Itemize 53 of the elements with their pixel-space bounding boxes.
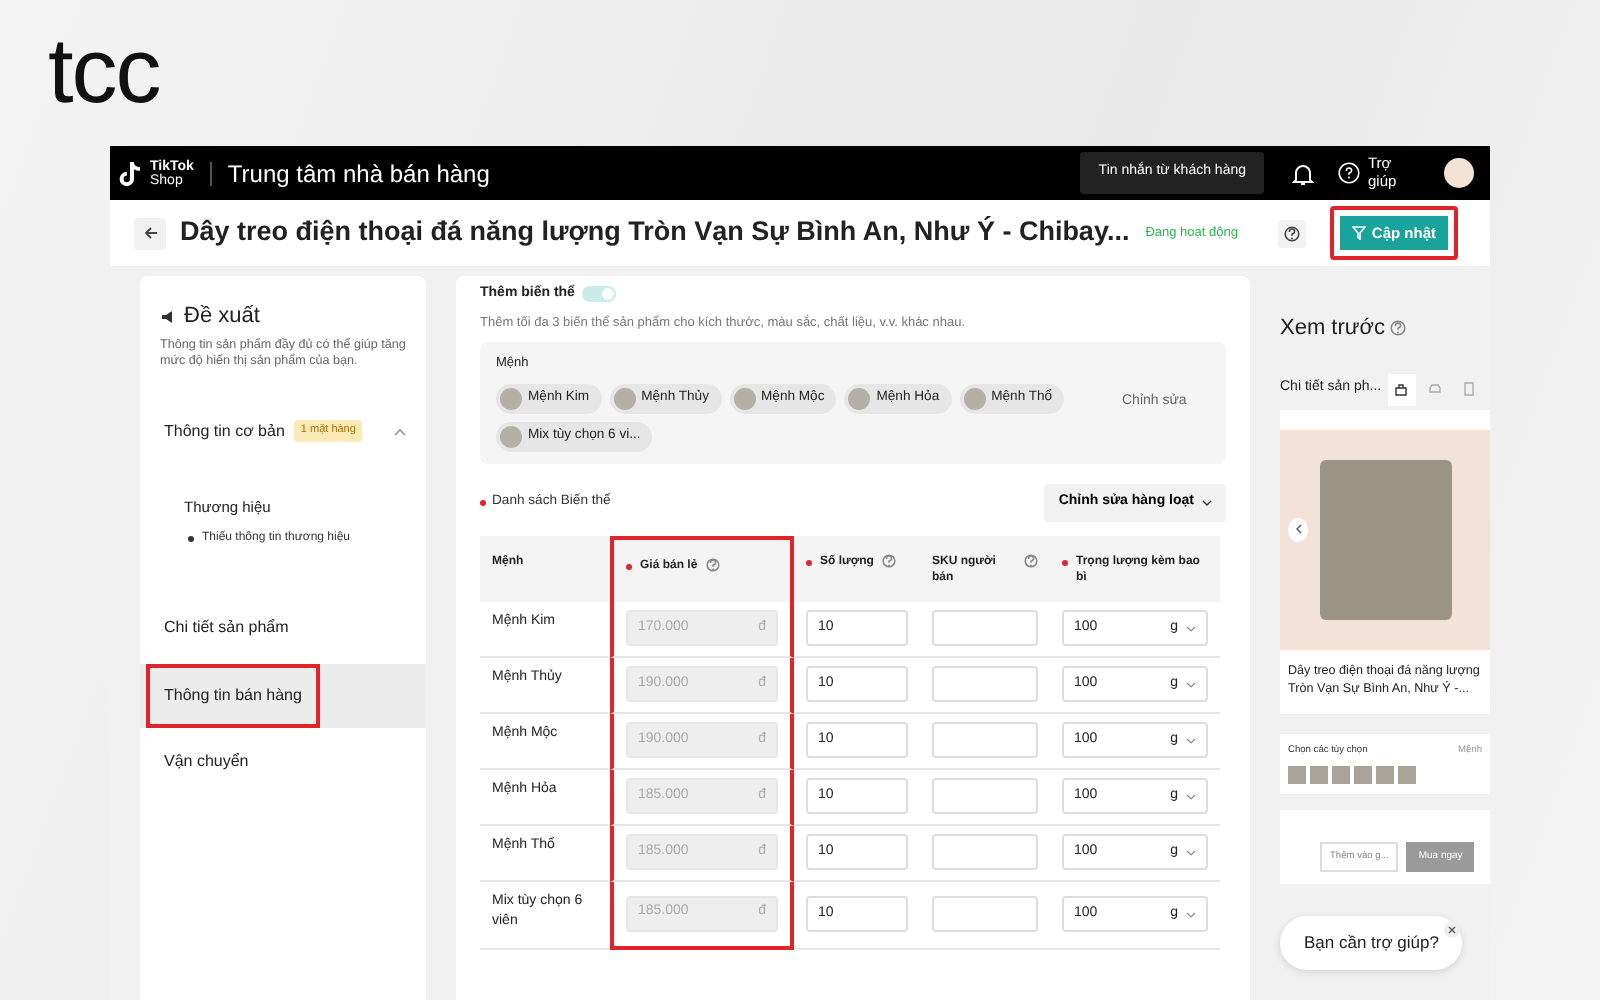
back-button[interactable] [134, 217, 166, 249]
caret-icon [1202, 499, 1212, 506]
filter-icon [1351, 226, 1366, 240]
thumbnail-image [963, 388, 986, 410]
sku-field[interactable] [932, 722, 1038, 758]
thumbnail-image [733, 388, 755, 410]
sku-field[interactable] [932, 896, 1038, 932]
preview-heading: Xem trước [1280, 314, 1385, 344]
thumbnail-image [848, 388, 871, 410]
sku-field[interactable] [932, 666, 1038, 702]
thumbnail-image [613, 388, 636, 410]
chevron-left-icon [1295, 524, 1301, 534]
caret-icon [1186, 911, 1196, 917]
caret-icon [1186, 737, 1196, 743]
sidebar-item[interactable]: Vận chuyển [140, 729, 426, 794]
chevron-icon[interactable] [394, 427, 406, 435]
caret-icon [1186, 793, 1196, 799]
required-mark-icon [1062, 559, 1068, 565]
thumbnail-image [500, 388, 522, 410]
sidebar-heading: Đề xuất [184, 302, 260, 332]
carousel-button[interactable] [1288, 517, 1308, 541]
note-icon [118, 159, 142, 187]
bullet-icon [188, 535, 194, 542]
sidebar-item[interactable]: Thông tin bán hàng [140, 663, 426, 728]
page-icon[interactable] [1462, 382, 1477, 396]
caret-icon [1186, 625, 1196, 631]
sku-field[interactable] [932, 834, 1038, 870]
bag-icon[interactable] [1394, 382, 1409, 396]
megaphone-icon [160, 309, 176, 324]
help-icon [1283, 225, 1300, 241]
help-icon[interactable] [1338, 162, 1360, 184]
help-icon [1024, 553, 1038, 567]
caret-icon [1186, 681, 1196, 687]
avatar-circle[interactable] [1444, 158, 1474, 188]
brand-logo: tcc [48, 24, 160, 116]
required-mark-icon [626, 563, 632, 569]
required-mark-icon [806, 559, 812, 565]
help-button[interactable] [1277, 219, 1306, 247]
sku-field[interactable] [932, 778, 1038, 814]
help-icon [705, 557, 720, 571]
back-arrow-icon [143, 226, 157, 240]
bell-icon[interactable] [1292, 161, 1314, 185]
caret-icon [1186, 849, 1196, 855]
help-icon [881, 553, 896, 567]
sku-field[interactable] [932, 610, 1038, 646]
help-bubble[interactable]: Bạn cần trợ giúp? [1280, 916, 1463, 970]
sidebar-item[interactable]: Chi tiết sản phẩm [140, 595, 426, 660]
variant-toggle[interactable] [582, 286, 617, 303]
header-title: Trung tâm nhà bán hàng [227, 157, 490, 191]
close-icon [1448, 926, 1456, 934]
product-title: Dây treo điện thoại đá năng lượng Tròn Vạn Sự Bình An, Như Ý - Chibay... [180, 214, 1130, 251]
help-icon [1390, 320, 1407, 337]
thumbnail-image [500, 426, 522, 448]
